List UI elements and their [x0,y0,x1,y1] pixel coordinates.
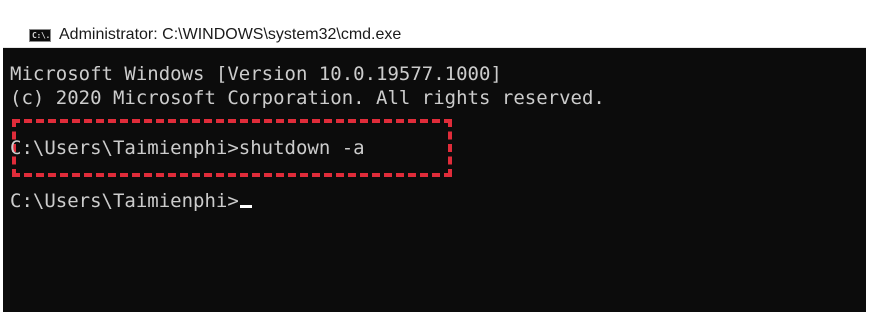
prompt-text: C:\Users\Taimienphi> [10,190,239,212]
cmd-icon-glyph: C:\. [32,31,51,40]
console-line-copyright: (c) 2020 Microsoft Corporation. All righ… [10,87,605,109]
window-title: Administrator: C:\WINDOWS\system32\cmd.e… [59,26,402,43]
console-line-version: Microsoft Windows [Version 10.0.19577.10… [10,63,502,85]
window-right-edge [866,0,870,312]
text-cursor [239,205,252,208]
console-line-prompt[interactable]: C:\Users\Taimienphi> [10,189,252,213]
cmd-window: C:\. Administrator: C:\WINDOWS\system32\… [0,0,870,312]
console-area[interactable]: Microsoft Windows [Version 10.0.19577.10… [3,48,866,312]
console-line-command: C:\Users\Taimienphi>shutdown -a [10,137,365,159]
title-bar[interactable]: C:\. Administrator: C:\WINDOWS\system32\… [3,0,866,48]
cmd-icon[interactable]: C:\. [29,29,51,42]
